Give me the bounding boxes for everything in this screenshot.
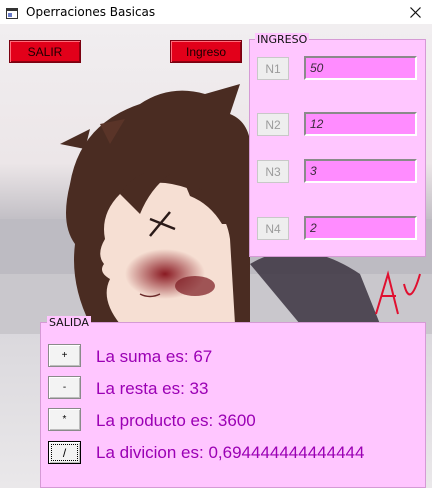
salida-group: SALIDA + La suma es: 67 - La resta es: 3… (40, 316, 426, 488)
suma-button[interactable]: + (48, 344, 81, 367)
form-client-area: SALIR Ingreso INGRESO N1 50 N2 12 N3 3 N… (0, 24, 432, 488)
n1-field[interactable]: 50 (304, 56, 417, 80)
n4-field[interactable]: 2 (304, 216, 417, 240)
ingreso-group: INGRESO N1 50 N2 12 N3 3 N4 2 (249, 33, 426, 257)
close-button[interactable] (398, 0, 432, 24)
division-result: La divicion es: 0,694444444444444 (96, 443, 365, 462)
producto-result: La producto es: 3600 (96, 411, 256, 430)
title-bar: Operraciones Basicas (0, 0, 432, 24)
n2-field[interactable]: 12 (304, 112, 417, 136)
suma-result: La suma es: 67 (96, 347, 213, 366)
ingreso-legend: INGRESO (255, 33, 310, 46)
n3-field[interactable]: 3 (304, 159, 417, 183)
resta-result: La resta es: 33 (96, 379, 209, 398)
salida-legend: SALIDA (47, 316, 91, 329)
producto-button[interactable]: * (48, 408, 81, 431)
window-title: Operraciones Basicas (26, 5, 156, 19)
salir-button[interactable]: SALIR (9, 40, 81, 63)
division-button[interactable]: / (48, 441, 81, 464)
close-icon (410, 7, 421, 18)
resta-button[interactable]: - (48, 376, 81, 399)
n3-button[interactable]: N3 (257, 160, 289, 183)
n1-button[interactable]: N1 (257, 57, 289, 80)
window-app-icon (6, 6, 18, 19)
n2-button[interactable]: N2 (257, 113, 289, 136)
n4-button[interactable]: N4 (257, 217, 289, 240)
ingreso-button[interactable]: Ingreso (170, 40, 242, 63)
